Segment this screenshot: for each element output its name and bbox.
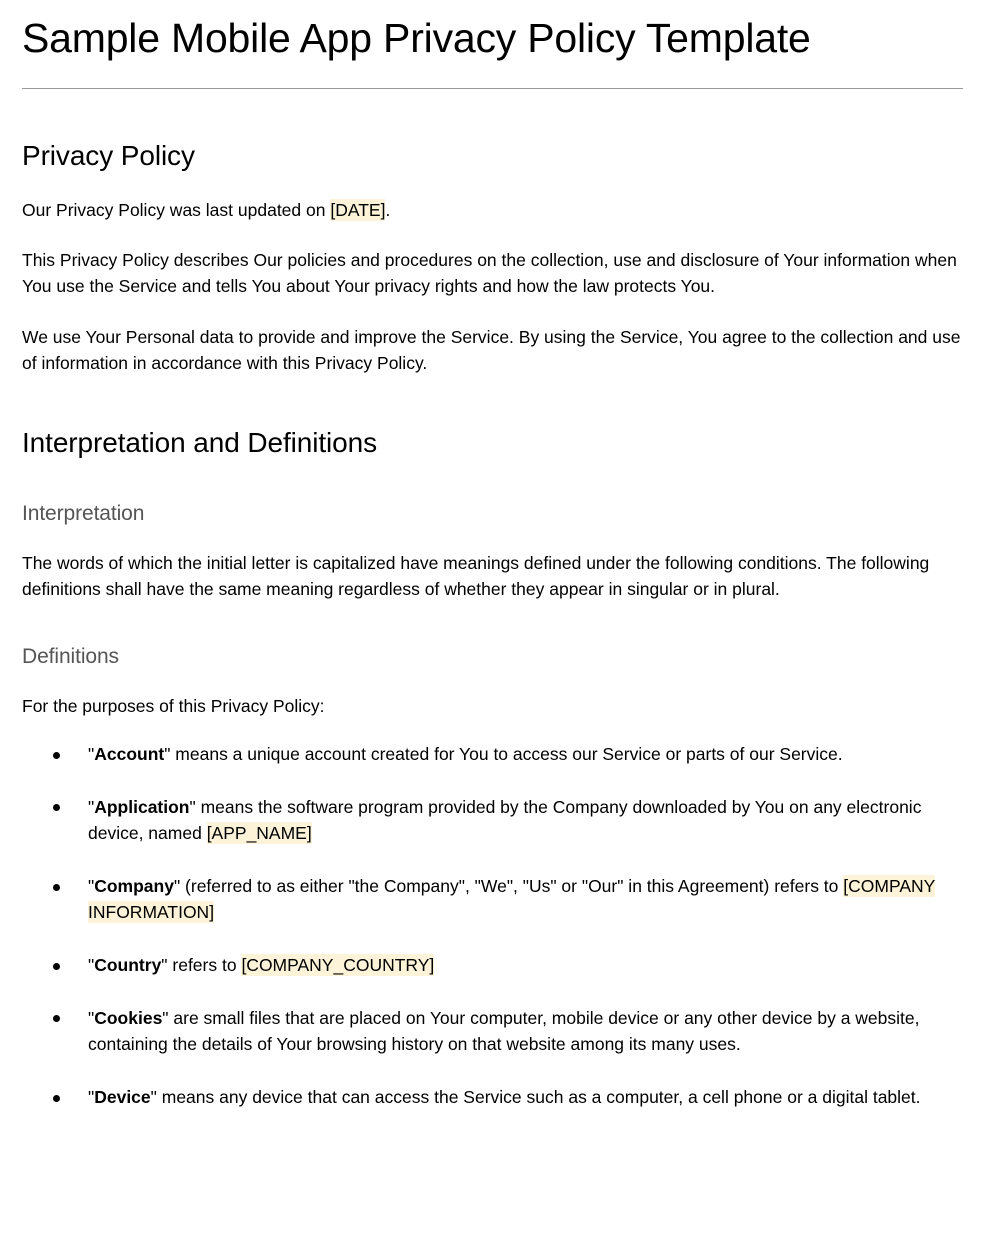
bullet-icon xyxy=(53,1094,60,1102)
privacy-policy-paragraph-2: We use Your Personal data to provide and… xyxy=(22,326,961,373)
definition-term: Company xyxy=(94,875,174,896)
last-updated-prefix: Our Privacy Policy was last updated on xyxy=(22,199,331,220)
definition-text: refers to xyxy=(167,954,242,975)
bullet-icon xyxy=(53,1015,60,1023)
definition-text: (referred to as either "the Company", "W… xyxy=(180,875,844,896)
definition-item: "Country" refers to [COMPANY_COUNTRY] xyxy=(22,952,970,979)
definition-item: "Account" means a unique account created… xyxy=(22,741,970,768)
definitions-intro: For the purposes of this Privacy Policy: xyxy=(22,695,325,716)
definitions-list: "Account" means a unique account created… xyxy=(22,741,970,1110)
bullet-icon xyxy=(53,883,60,891)
privacy-policy-paragraph-1: This Privacy Policy describes Our polici… xyxy=(22,250,957,297)
definition-placeholder: [APP_NAME] xyxy=(206,822,312,845)
heading-interpretation: Interpretation xyxy=(22,501,145,525)
definition-text: means a unique account created for You t… xyxy=(170,743,843,764)
definition-term: Application xyxy=(94,796,190,817)
heading-interpretation-and-definitions: Interpretation and Definitions xyxy=(22,427,377,459)
bullet-icon xyxy=(53,751,60,759)
last-updated-suffix: . xyxy=(385,199,391,220)
definition-placeholder: [COMPANY_COUNTRY] xyxy=(241,953,435,976)
page-title: Sample Mobile App Privacy Policy Templat… xyxy=(22,15,811,61)
definition-item: "Cookies" are small files that are place… xyxy=(22,1005,970,1058)
definition-item: "Company" (referred to as either "the Co… xyxy=(22,873,970,926)
definition-term: Account xyxy=(94,743,165,764)
heading-privacy-policy: Privacy Policy xyxy=(22,140,195,172)
date-placeholder: [DATE] xyxy=(330,198,386,221)
definition-term: Device xyxy=(94,1086,151,1107)
definition-term: Cookies xyxy=(94,1007,163,1028)
interpretation-paragraph: The words of which the initial letter is… xyxy=(22,553,930,600)
bullet-icon xyxy=(53,962,60,970)
definition-text: means any device that can access the Ser… xyxy=(156,1086,921,1107)
title-divider xyxy=(22,88,963,90)
bullet-icon xyxy=(53,804,60,812)
document-page: Sample Mobile App Privacy Policy Templat… xyxy=(0,0,1000,1110)
definition-text: are small files that are placed on Your … xyxy=(88,1007,920,1055)
heading-definitions: Definitions xyxy=(22,644,119,668)
last-updated-paragraph: Our Privacy Policy was last updated on [… xyxy=(22,197,970,223)
definition-term: Country xyxy=(94,954,162,975)
definition-item: "Device" means any device that can acces… xyxy=(22,1084,970,1111)
definition-item: "Application" means the software program… xyxy=(22,794,970,847)
